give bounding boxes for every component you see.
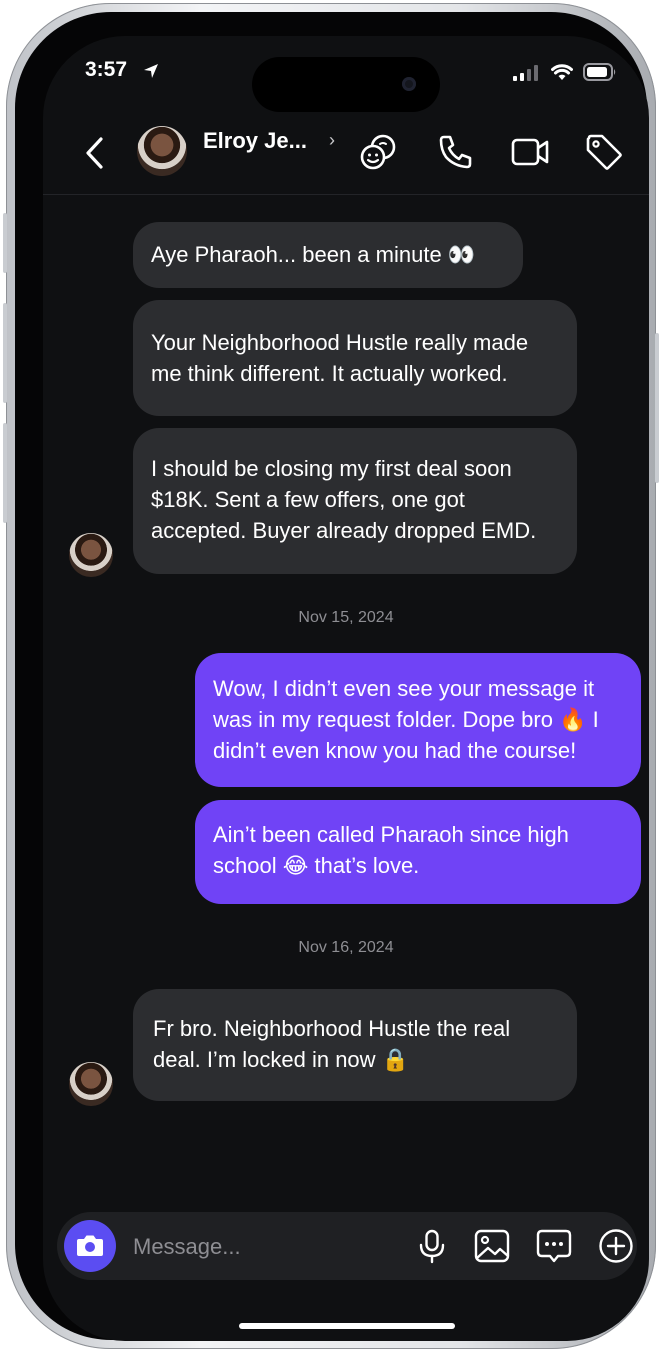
battery-icon (583, 63, 616, 81)
plus-circle-icon[interactable] (598, 1228, 634, 1264)
outgoing-message-bubble[interactable]: Ain’t been called Pharaoh since high sch… (195, 800, 641, 904)
status-time: 3:57 (85, 58, 128, 81)
incoming-message-bubble[interactable]: Fr bro. Neighborhood Hustle the real dea… (133, 989, 577, 1101)
camera-icon (77, 1235, 103, 1256)
stickers-icon[interactable] (359, 132, 399, 172)
sender-avatar[interactable] (69, 1062, 113, 1106)
cellular-signal-icon (513, 65, 538, 81)
location-arrow-icon (144, 64, 158, 78)
dynamic-island (252, 57, 440, 112)
date-separator: Nov 16, 2024 (298, 939, 394, 956)
microphone-icon[interactable] (414, 1228, 450, 1264)
volume-up-button (3, 303, 7, 403)
phone-frame: 3:57 Elroy Je... › Aye Pharaoh... been a… (3, 3, 659, 1349)
bezel: 3:57 Elroy Je... › Aye Pharaoh... been a… (15, 12, 649, 1341)
date-separator: Nov 15, 2024 (298, 609, 394, 626)
camera-button[interactable] (64, 1220, 116, 1272)
power-button (655, 333, 659, 483)
message-input[interactable] (131, 1229, 365, 1265)
outgoing-message-bubble[interactable]: Wow, I didn’t even see your message it w… (195, 653, 641, 787)
screen: 3:57 Elroy Je... › Aye Pharaoh... been a… (43, 36, 649, 1341)
volume-down-button (3, 423, 7, 523)
phone-icon[interactable] (436, 132, 476, 172)
contact-name[interactable]: Elroy Je... (203, 128, 307, 154)
image-icon[interactable] (474, 1228, 510, 1264)
contact-avatar[interactable] (137, 126, 187, 176)
tag-icon[interactable] (584, 132, 624, 172)
chat-bubble-icon[interactable] (536, 1228, 572, 1264)
chat-header: Elroy Je... › (43, 114, 649, 195)
video-icon[interactable] (510, 132, 550, 172)
action-button (3, 213, 7, 273)
incoming-message-bubble[interactable]: Your Neighborhood Hustle really made me … (133, 300, 577, 416)
name-chevron-icon[interactable]: › (329, 130, 335, 151)
wifi-icon (551, 64, 573, 80)
front-camera (402, 77, 416, 91)
sender-avatar[interactable] (69, 533, 113, 577)
incoming-message-bubble[interactable]: I should be closing my first deal soon $… (133, 428, 577, 574)
message-composer (57, 1212, 637, 1280)
back-icon[interactable] (81, 136, 109, 170)
home-indicator[interactable] (239, 1323, 455, 1329)
incoming-message-bubble[interactable]: Aye Pharaoh... been a minute 👀 (133, 222, 523, 288)
